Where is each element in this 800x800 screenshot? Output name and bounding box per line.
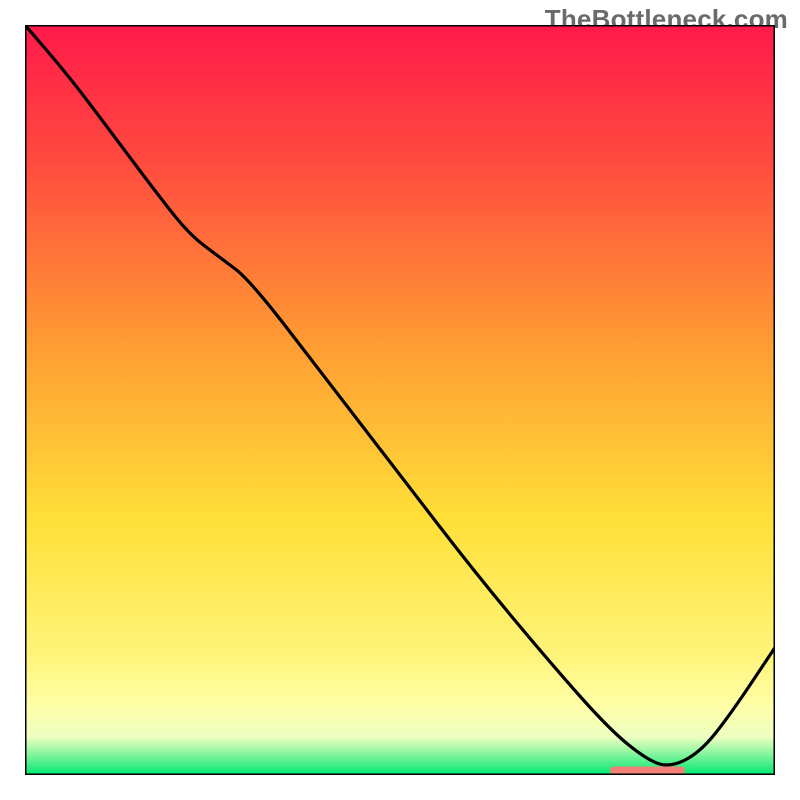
gradient-background — [25, 25, 775, 775]
chart-svg — [25, 25, 775, 775]
chart-plot-area — [25, 25, 775, 775]
chart-stage: TheBottleneck.com — [0, 0, 800, 800]
optimal-range-marker — [610, 767, 685, 775]
